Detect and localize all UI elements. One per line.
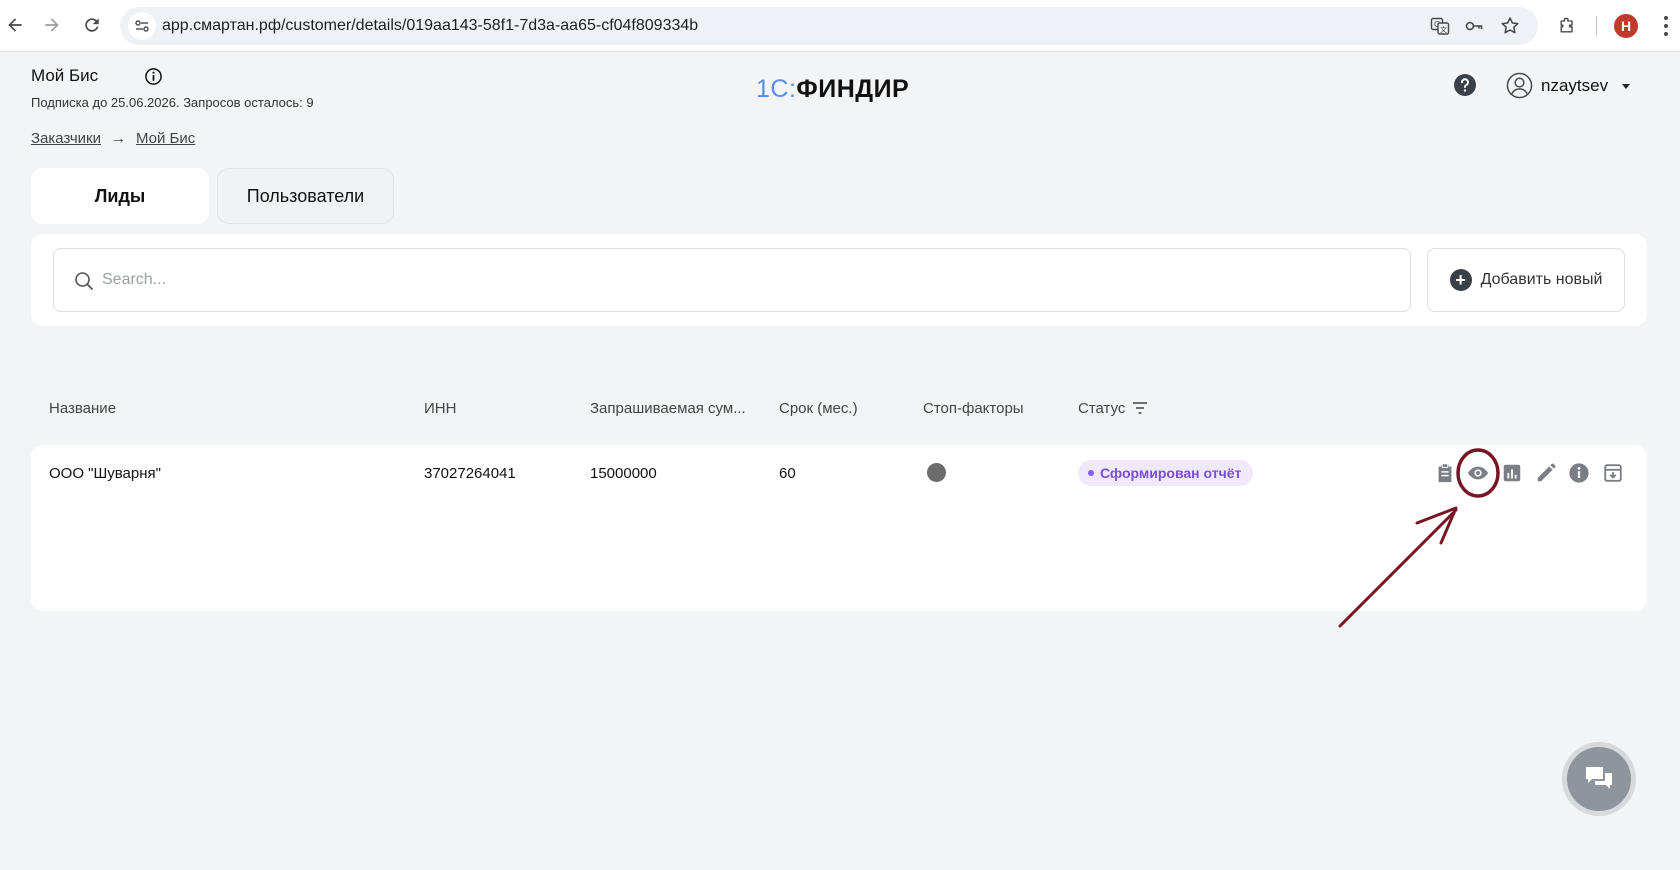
breadcrumb: Заказчики → Мой Бис [31,130,195,147]
breadcrumb-customers[interactable]: Заказчики [31,130,101,147]
info-icon[interactable] [144,67,163,86]
column-header-amount[interactable]: Запрашиваемая сум... [590,400,746,417]
extensions-icon[interactable] [1553,12,1581,40]
password-key-icon[interactable] [1462,14,1486,38]
menu-dots-icon[interactable] [1656,14,1676,38]
breadcrumb-company[interactable]: Мой Бис [136,130,195,147]
cell-amount: 15000000 [590,465,657,482]
bookmark-star-icon[interactable] [1498,14,1522,38]
svg-text:文: 文 [1440,25,1447,34]
cell-inn: 37027264041 [424,465,516,482]
breadcrumb-separator: → [110,130,126,147]
url-text[interactable]: app.смартан.рф/customer/details/019aa143… [162,17,698,35]
add-new-button[interactable]: + Добавить новый [1427,248,1625,312]
company-name: Мой Бис [31,66,99,85]
search-panel: + Добавить новый [31,234,1647,326]
reload-icon[interactable] [77,10,107,40]
search-input[interactable] [102,265,1382,295]
profile-avatar[interactable]: Н [1614,14,1638,38]
help-icon[interactable] [1453,73,1477,97]
column-header-inn[interactable]: ИНН [424,400,456,417]
username[interactable]: nzaytsev [1541,76,1608,96]
archive-icon[interactable] [1601,461,1625,485]
stop-factor-indicator [927,463,946,482]
address-bar[interactable]: app.смартан.рф/customer/details/019aa143… [120,7,1538,45]
info-circle-icon[interactable] [1567,461,1591,485]
status-dot [1088,470,1094,476]
chevron-down-icon[interactable] [1620,80,1632,92]
search-box[interactable] [53,248,1411,312]
status-badge: Сформирован отчёт [1078,460,1254,486]
forward-icon[interactable] [37,10,67,40]
browser-toolbar: app.смартан.рф/customer/details/019aa143… [0,0,1680,52]
table-row[interactable] [31,445,1647,611]
add-new-label: Добавить новый [1480,271,1603,288]
subscription-info: Подписка до 25.06.2026. Запросов осталос… [31,95,314,110]
back-icon[interactable] [0,10,30,40]
column-header-term[interactable]: Срок (мес.) [779,400,858,417]
status-text: Сформирован отчёт [1100,465,1242,481]
eye-icon[interactable] [1466,461,1490,485]
clipboard-icon[interactable] [1433,461,1457,485]
tab-leads[interactable]: Лиды [31,168,209,224]
chat-icon [1586,767,1612,789]
tab-users[interactable]: Пользователи [217,168,394,224]
plus-icon: + [1449,269,1472,291]
column-header-status[interactable]: Статус [1078,400,1125,417]
chart-icon[interactable] [1500,461,1524,485]
cell-term: 60 [779,465,796,482]
toolbar-divider [1596,16,1597,36]
cell-name: ООО "Шуварня" [49,465,161,482]
translate-icon[interactable]: G文 [1428,14,1452,38]
user-icon[interactable] [1506,72,1533,99]
edit-icon[interactable] [1534,461,1558,485]
app-logo[interactable]: 1С:ФИНДИР [756,75,909,104]
filter-icon[interactable] [1132,401,1148,415]
column-header-stop-factors[interactable]: Стоп-факторы [923,400,1024,417]
column-header-name[interactable]: Название [49,400,116,417]
search-icon [75,272,93,290]
chat-button[interactable] [1562,742,1636,816]
site-settings-icon[interactable] [128,12,156,40]
